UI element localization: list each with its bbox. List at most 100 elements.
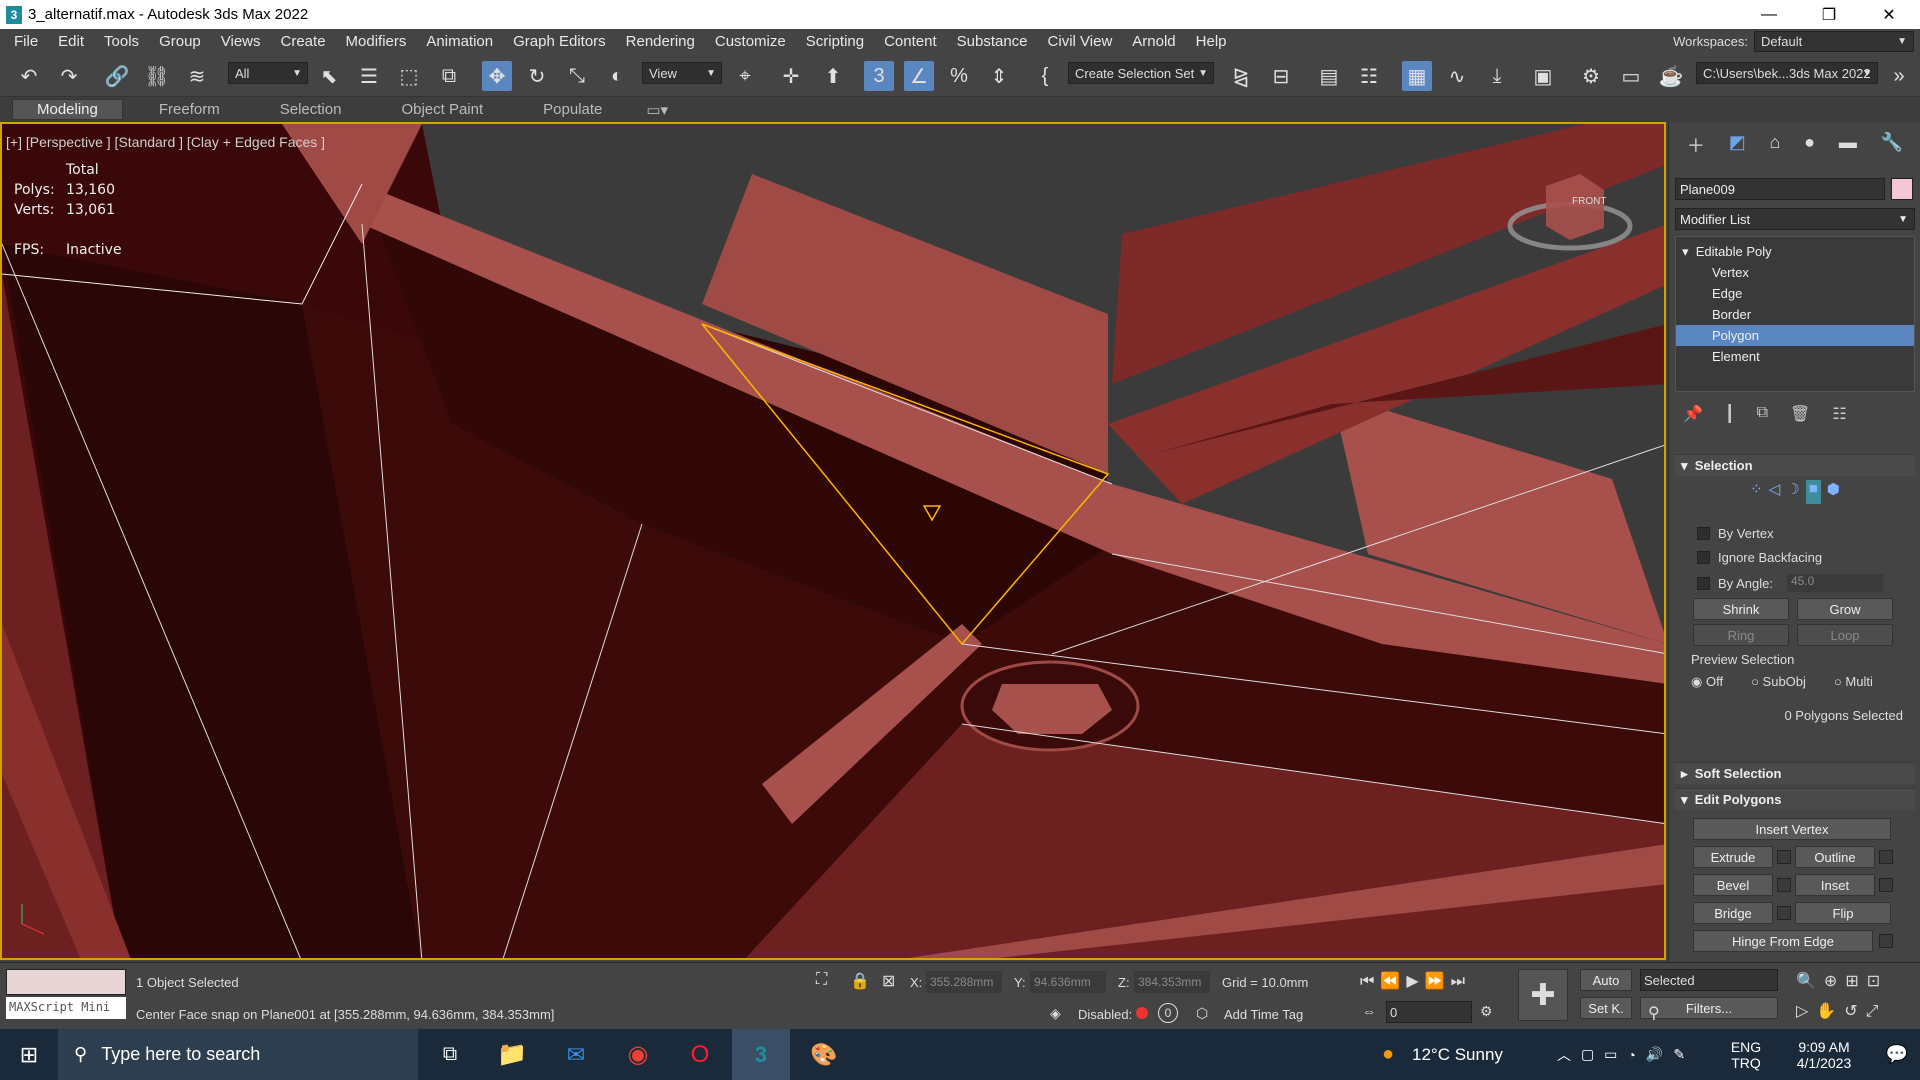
inset-button[interactable]: Inset [1795,874,1875,896]
menu-create[interactable]: Create [271,33,336,50]
taskbar-search-box[interactable]: ⚲ Type here to search [58,1029,418,1080]
next-frame-icon[interactable]: ⏩ [1425,973,1451,990]
select-by-name-icon[interactable]: ☰ [354,61,384,91]
configure-modifier-sets-icon[interactable]: ☷ [1832,404,1846,426]
scale-icon[interactable]: ⤡ [562,61,592,91]
display-tab-icon[interactable]: ▬ [1839,132,1857,160]
maxscript-listener-field[interactable] [6,969,126,995]
hinge-settings-button[interactable] [1879,934,1893,948]
edge-mode-icon[interactable]: ◁ [1769,480,1781,504]
key-filters-button[interactable]: Filters... [1640,997,1778,1019]
outline-button[interactable]: Outline [1795,846,1875,868]
volume-icon[interactable]: 🔊 [1646,1046,1663,1063]
key-mode-toggle-icon[interactable]: ⇔ [1362,1003,1376,1019]
weather-widget[interactable]: 12°C Sunny [1412,1029,1522,1080]
tab-selection[interactable]: Selection [256,99,366,120]
named-selection-dropdown[interactable]: Create Selection Set ▼ [1068,62,1214,84]
menu-rendering[interactable]: Rendering [616,33,705,50]
element-mode-icon[interactable]: ⬢ [1827,480,1840,504]
menu-edit[interactable]: Edit [48,33,94,50]
3ds-max-taskbar-icon[interactable]: 3 [732,1029,790,1080]
play-icon[interactable]: ▶ [1406,973,1424,990]
frame-zero-icon[interactable]: 0 [1158,1003,1178,1023]
show-end-result-icon[interactable]: ┃ [1725,404,1735,426]
edit-polygons-rollout-header[interactable]: ▾ Edit Polygons [1675,788,1915,810]
meet-now-icon[interactable]: ▢ [1581,1046,1594,1063]
zoom-extents-all-icon[interactable]: ⊡ [1867,973,1888,990]
bind-spacewarp-icon[interactable]: ≋ [182,61,212,91]
stack-item-editable-poly[interactable]: ▾ Editable Poly [1676,241,1914,262]
pan-icon[interactable]: ✋ [1816,1003,1844,1020]
make-unique-icon[interactable]: ⧉ [1757,404,1768,426]
scene-explorer-icon[interactable]: ▤ [1314,61,1344,91]
x-coordinate-field[interactable]: 355.288mm [926,971,1002,993]
edit-named-selection-icon[interactable]: { [1030,61,1060,91]
chrome-icon[interactable]: ◉ [616,1029,660,1080]
by-angle-checkbox[interactable]: By Angle: 45.0 [1675,574,1915,592]
pen-icon[interactable]: ✎ [1673,1046,1685,1063]
extrude-settings-button[interactable] [1777,850,1791,864]
stack-item-element[interactable]: Element [1676,346,1914,367]
by-vertex-checkbox[interactable]: By Vertex [1675,526,1915,541]
object-color-swatch[interactable] [1891,178,1913,200]
bevel-settings-button[interactable] [1777,878,1791,892]
current-frame-field[interactable]: 0 [1386,1001,1472,1023]
minimize-button[interactable]: — [1740,0,1798,29]
remove-modifier-icon[interactable]: 🗑 [1790,404,1810,426]
close-button[interactable]: ✕ [1860,0,1918,29]
stack-item-border[interactable]: Border [1676,304,1914,325]
opera-icon[interactable]: O [678,1029,722,1080]
pivot-center-icon[interactable]: ⌖ [730,61,760,91]
keyboard-shortcut-override-icon[interactable]: ⬆ [818,61,848,91]
mirror-icon[interactable]: ⧎ [1226,61,1256,91]
render-setup-icon[interactable]: ⚙ [1576,61,1606,91]
unlink-icon[interactable]: ⛓ [142,61,172,91]
tab-object-paint[interactable]: Object Paint [377,99,507,120]
window-crossing-icon[interactable]: ⧉ [434,61,464,91]
select-manipulate-icon[interactable]: ✛ [776,61,806,91]
select-object-icon[interactable]: ⬉ [314,61,344,91]
preview-off-radio[interactable]: ◉ Off [1691,674,1723,690]
rotate-icon[interactable]: ↻ [522,61,552,91]
zoom-extents-icon[interactable]: ⊞ [1845,973,1866,990]
motion-tab-icon[interactable]: ● [1804,132,1815,160]
move-icon[interactable]: ✥ [482,61,512,91]
ignore-backfacing-checkbox[interactable]: Ignore Backfacing [1675,550,1915,565]
orbit-icon[interactable]: ↺ [1844,1003,1865,1020]
vertex-mode-icon[interactable]: ⁘ [1750,480,1763,504]
render-icon[interactable]: ☕ [1656,61,1686,91]
battery-icon[interactable]: ▭ [1604,1046,1617,1063]
tab-freeform[interactable]: Freeform [135,99,244,120]
menu-scripting[interactable]: Scripting [796,33,874,50]
menu-content[interactable]: Content [874,33,947,50]
ring-button[interactable]: Ring [1693,624,1789,646]
shrink-button[interactable]: Shrink [1693,598,1789,620]
windows-start-icon[interactable]: ⊞ [0,1029,58,1080]
field-of-view-icon[interactable]: ▷ [1796,1003,1816,1020]
toolbar-overflow-icon[interactable]: » [1884,61,1914,91]
time-configuration-icon[interactable]: ⚙ [1480,1003,1493,1020]
z-coordinate-field[interactable]: 384.353mm [1134,971,1210,993]
workspaces-dropdown[interactable]: Default ▼ [1754,31,1914,52]
spinner-snap-icon[interactable]: ⇕ [984,61,1014,91]
extrude-button[interactable]: Extrude [1693,846,1773,868]
rendered-frame-window-icon[interactable]: ▭ [1616,61,1646,91]
ribbon-toggle-icon[interactable]: ▦ [1402,61,1432,91]
mail-icon[interactable]: ✉ [554,1029,598,1080]
set-key-button[interactable]: Set K. [1580,997,1632,1019]
clock[interactable]: 9:09 AM 4/1/2023 [1774,1029,1874,1080]
auto-key-button[interactable]: Auto [1580,969,1632,991]
snaps-toggle-icon[interactable]: 3 [864,61,894,91]
go-to-start-icon[interactable]: ⏮ [1360,973,1380,990]
curve-editor-icon[interactable]: ∿ [1442,61,1472,91]
border-mode-icon[interactable]: ☽ [1786,480,1799,504]
selection-filter-dropdown[interactable]: All ▼ [228,62,308,84]
modifier-list-dropdown[interactable]: Modifier List ▼ [1675,208,1915,230]
bridge-settings-button[interactable] [1777,906,1791,920]
undo-icon[interactable]: ↶ [14,61,44,91]
key-mode-dropdown[interactable]: Selected [1640,969,1778,991]
polygon-mode-icon[interactable]: ■ [1805,480,1821,504]
task-view-icon[interactable]: ⧉ [428,1029,472,1080]
maxscript-mini-field[interactable]: MAXScript Mini [6,997,126,1019]
percent-snap-icon[interactable]: % [944,61,974,91]
